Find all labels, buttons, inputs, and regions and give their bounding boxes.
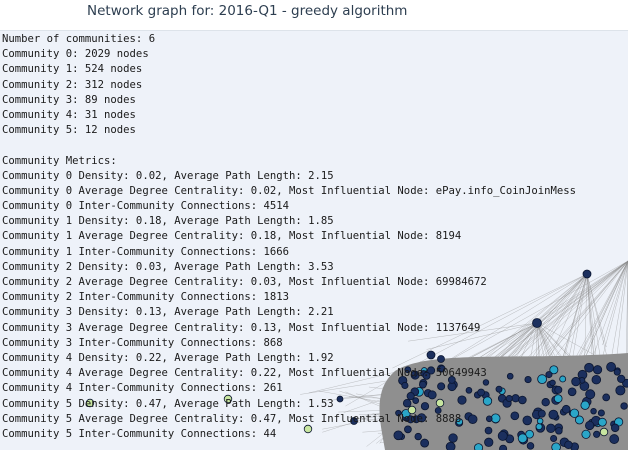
log-line: Community 0 Average Degree Centrality: 0… bbox=[2, 184, 577, 197]
log-line: Community 1 Average Degree Centrality: 0… bbox=[2, 230, 462, 243]
log-line: Community 2 Inter-Community Connections:… bbox=[2, 291, 290, 304]
metrics-output: Number of communities: 6 Community 0: 202… bbox=[2, 32, 628, 442]
log-line: Community 4 Average Degree Centrality: 0… bbox=[2, 367, 487, 380]
graph-node bbox=[551, 442, 561, 450]
log-line: Community 0: 2029 nodes bbox=[2, 48, 149, 61]
log-line: Community Metrics: bbox=[2, 154, 117, 167]
log-line: Community 1: 524 nodes bbox=[2, 63, 143, 76]
log-line: Community 2: 312 nodes bbox=[2, 78, 143, 91]
log-line: Community 3 Inter-Community Connections:… bbox=[2, 336, 283, 349]
graph-node bbox=[473, 443, 484, 450]
log-line: Community 0 Inter-Community Connections:… bbox=[2, 200, 290, 213]
log-line: Community 0 Density: 0.02, Average Path … bbox=[2, 169, 334, 182]
log-line: Community 5 Density: 0.47, Average Path … bbox=[2, 397, 334, 410]
log-line: Community 5: 12 nodes bbox=[2, 124, 136, 137]
log-line: Community 2 Average Degree Centrality: 0… bbox=[2, 276, 487, 288]
graph-node bbox=[445, 441, 456, 450]
log-line: Community 1 Density: 0.18, Average Path … bbox=[2, 215, 334, 228]
log-line: Community 5 Average Degree Centrality: 0… bbox=[2, 412, 462, 425]
log-line: Community 4: 31 nodes bbox=[2, 108, 136, 121]
graph-node bbox=[564, 440, 573, 450]
graph-node bbox=[499, 444, 508, 450]
log-line: Number of communities: 6 bbox=[2, 33, 156, 45]
log-line: Community 2 Density: 0.03, Average Path … bbox=[2, 260, 334, 273]
log-line: Community 5 Inter-Community Connections:… bbox=[2, 427, 277, 440]
graph-node bbox=[526, 442, 535, 450]
log-line: Community 3 Average Degree Centrality: 0… bbox=[2, 321, 481, 334]
log-line: Community 3: 89 nodes bbox=[2, 93, 136, 106]
log-line: Community 3 Density: 0.13, Average Path … bbox=[2, 306, 334, 319]
page-title: Network graph for: 2016-Q1 - greedy algo… bbox=[0, 0, 628, 31]
log-line: Community 4 Density: 0.22, Average Path … bbox=[2, 351, 334, 364]
log-line: Community 1 Inter-Community Connections:… bbox=[2, 245, 290, 258]
log-line: Community 4 Inter-Community Connections:… bbox=[2, 382, 283, 395]
